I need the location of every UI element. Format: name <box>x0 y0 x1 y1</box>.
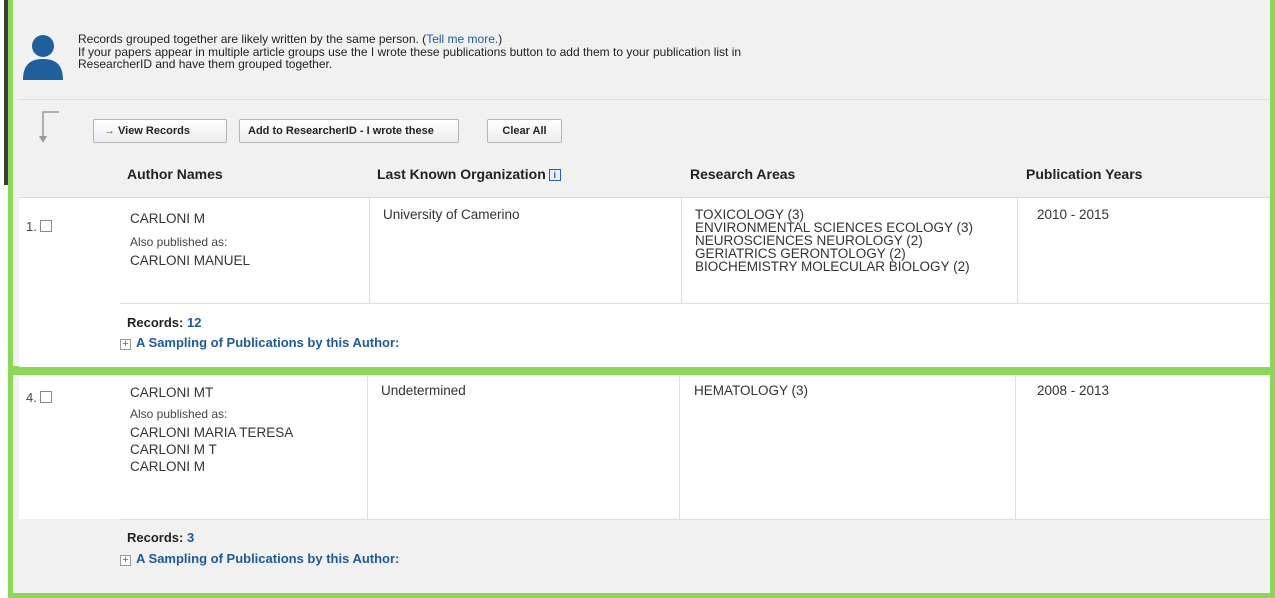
row-select-checkbox[interactable] <box>39 391 52 403</box>
row-number: 1. <box>26 219 37 234</box>
author-name-cell: CARLONI M Also published as: CARLONI MAN… <box>130 210 250 269</box>
person-silhouette-icon <box>23 35 63 80</box>
author-name-cell: CARLONI MT Also published as: CARLONI MA… <box>130 384 293 475</box>
publication-years-cell: 2010 - 2015 <box>1037 207 1110 222</box>
records-label: Records: <box>127 530 184 545</box>
column-divider <box>1017 198 1018 303</box>
column-header-publication-years[interactable]: Publication Years <box>1026 166 1142 182</box>
row-divider <box>120 519 1270 520</box>
research-areas-cell: TOXICOLOGY (3) ENVIRONMENTAL SCIENCES EC… <box>695 208 973 274</box>
row-select-checkbox[interactable] <box>39 220 52 232</box>
sampling-label: A Sampling of Publications by this Autho… <box>136 551 400 566</box>
left-edge-marker <box>0 0 8 185</box>
info-icon[interactable]: i <box>548 169 561 181</box>
author-group-row: 1. CARLONI M Also published as: CARLONI … <box>19 198 1270 367</box>
column-divider <box>1015 376 1016 519</box>
row-number: 4. <box>26 390 37 405</box>
author-results-panel-continued: 4. CARLONI MT Also published as: CARLONI… <box>19 376 1270 591</box>
column-divider <box>681 198 682 303</box>
column-header-label: Last Known Organization <box>377 166 546 182</box>
organization-cell: University of Camerino <box>383 207 520 222</box>
info-text: Records grouped together are likely writ… <box>78 33 978 71</box>
row-index: 1. <box>26 219 52 234</box>
author-group-row: 4. CARLONI MT Also published as: CARLONI… <box>19 376 1270 591</box>
info-banner: Records grouped together are likely writ… <box>13 0 1270 92</box>
column-divider <box>369 198 370 303</box>
sampling-toggle[interactable]: + A Sampling of Publications by this Auth… <box>120 335 399 350</box>
records-count-link[interactable]: 3 <box>187 530 194 545</box>
also-published-label: Also published as: <box>130 407 228 421</box>
info-line-3: ResearcherID and have them grouped toget… <box>78 57 333 71</box>
results-toolbar: → View Records Add to ResearcherID - I wr… <box>19 100 1270 198</box>
author-results-panel: → View Records Add to ResearcherID - I wr… <box>19 99 1270 367</box>
view-records-label: View Records <box>118 125 190 137</box>
column-divider <box>367 376 368 519</box>
add-to-researcherid-button[interactable]: Add to ResearcherID - I wrote these <box>239 119 459 143</box>
plus-icon: + <box>120 339 131 350</box>
research-area-item: BIOCHEMISTRY MOLECULAR BIOLOGY (2) <box>695 259 970 274</box>
column-header-research-areas[interactable]: Research Areas <box>690 166 795 182</box>
author-name: CARLONI M <box>130 211 206 226</box>
author-alias: CARLONI M <box>130 459 206 474</box>
records-count: Records: 12 <box>127 315 201 330</box>
sampling-toggle[interactable]: + A Sampling of Publications by this Auth… <box>120 551 399 566</box>
also-published-label: Also published as: <box>130 235 228 249</box>
records-count-link[interactable]: 12 <box>187 315 201 330</box>
author-alias: CARLONI MANUEL <box>130 253 251 268</box>
records-label: Records: <box>127 315 184 330</box>
info-line-1-suffix: ) <box>498 32 503 46</box>
row-divider <box>120 303 1270 304</box>
research-area-item: HEMATOLOGY (3) <box>694 383 809 398</box>
organization-cell: Undetermined <box>381 383 466 398</box>
info-line-1: Records grouped together are likely writ… <box>78 32 427 46</box>
author-alias: CARLONI M T <box>130 442 217 457</box>
row-index: 4. <box>26 390 52 405</box>
clear-all-button[interactable]: Clear All <box>487 119 562 143</box>
arrow-right-icon: → <box>104 125 115 137</box>
publication-years-cell: 2008 - 2013 <box>1037 383 1110 398</box>
column-divider <box>679 376 680 519</box>
research-areas-cell: HEMATOLOGY (3) <box>694 383 809 398</box>
author-alias: CARLONI MARIA TERESA <box>130 425 294 440</box>
view-records-button[interactable]: → View Records <box>93 119 227 143</box>
plus-icon: + <box>120 555 131 566</box>
column-header-author-names[interactable]: Author Names <box>127 166 223 182</box>
records-count: Records: 3 <box>127 530 194 545</box>
author-name: CARLONI MT <box>130 385 214 400</box>
column-header-last-known-org[interactable]: Last Known Organization i <box>377 166 561 182</box>
sampling-label: A Sampling of Publications by this Autho… <box>136 335 400 350</box>
down-arrow-icon <box>39 111 59 143</box>
tell-me-more-link[interactable]: Tell me more. <box>426 32 498 46</box>
